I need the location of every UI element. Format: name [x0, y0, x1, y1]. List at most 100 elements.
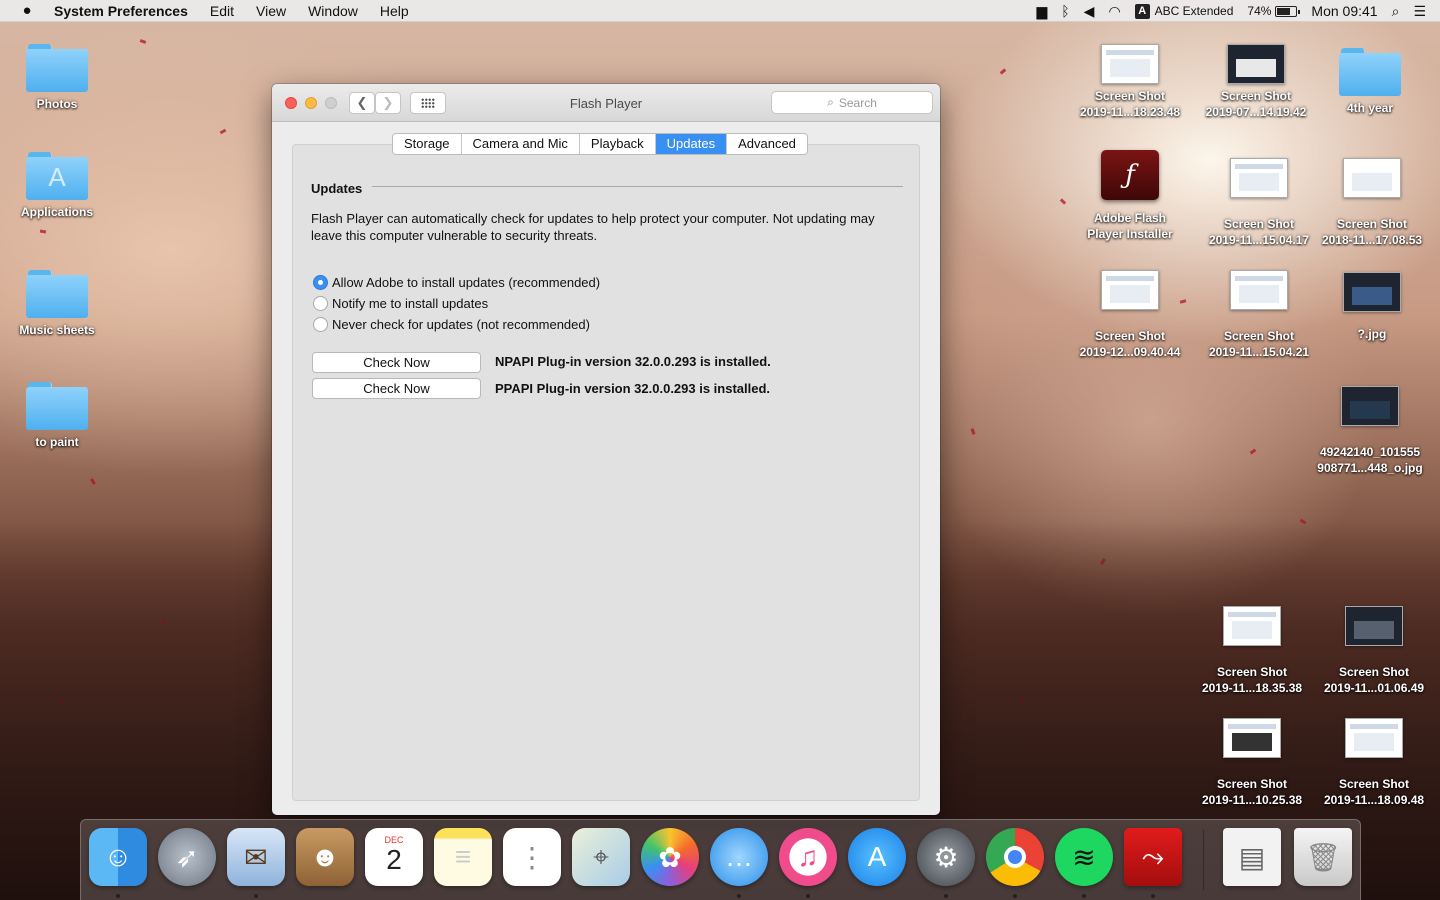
menu-help[interactable]: Help [380, 3, 409, 19]
reminders-icon[interactable]: ⋮ [503, 828, 561, 886]
desktop-item-label: to paint [35, 435, 79, 449]
radio-label: Never check for updates (not recommended… [332, 317, 590, 332]
calendar-day: 2 [386, 844, 402, 875]
tab-updates[interactable]: Updates [655, 134, 728, 154]
desktop-item-label: Screen Shot 2019-11...18.09.48 [1323, 777, 1425, 807]
desktop-item-label: Screen Shot 2019-11...01.06.49 [1323, 665, 1425, 695]
check-now-npapi-button[interactable]: Check Now [312, 352, 481, 373]
running-indicator [254, 894, 258, 898]
desktop-item-screenshot[interactable]: Screen Shot 2019-11...15.04.21 [1199, 268, 1319, 360]
finder-icon[interactable]: ☺ [89, 828, 147, 886]
folder-icon [1339, 48, 1401, 96]
screenshot-thumbnail-icon [1227, 44, 1285, 84]
desktop-item-screenshot[interactable]: Screen Shot 2019-11...15.04.17 [1199, 156, 1319, 248]
screenshot-thumbnail-icon [1101, 44, 1159, 84]
radio-notify-updates[interactable]: Notify me to install updates [313, 296, 488, 311]
app-store-icon[interactable]: A [848, 828, 906, 886]
running-indicator [806, 894, 810, 898]
notification-center-icon[interactable]: ☰ [1413, 3, 1426, 20]
desktop-item-screenshot[interactable]: Screen Shot 2019-11...18.23.48 [1070, 42, 1190, 120]
volume-icon[interactable]: ◀ [1084, 3, 1095, 20]
contacts-icon[interactable]: ☻ [296, 828, 354, 886]
trash-icon[interactable]: 🗑 [1294, 828, 1352, 886]
radio-allow-adobe-updates[interactable]: Allow Adobe to install updates (recommen… [313, 275, 600, 290]
chrome-icon[interactable] [986, 828, 1044, 886]
desktop-item-music-sheets[interactable]: Music sheets [0, 264, 117, 338]
tab-camera-and-mic[interactable]: Camera and Mic [462, 134, 580, 154]
desktop-item-adobe-flash-installer[interactable]: ƒ Adobe Flash Player Installer [1070, 150, 1190, 242]
desktop-item-label: Screen Shot 2019-12...09.40.44 [1079, 329, 1181, 359]
check-now-ppapi-button[interactable]: Check Now [312, 378, 481, 399]
menu-view[interactable]: View [256, 3, 286, 19]
desktop-item-screenshot[interactable]: Screen Shot 2019-07...14.19.42 [1196, 42, 1316, 120]
desktop-item-screenshot[interactable]: Screen Shot 2019-11...01.06.49 [1314, 604, 1434, 696]
clock[interactable]: Mon 09:41 [1311, 3, 1377, 19]
desktop-item-applications[interactable]: A Applications [0, 146, 117, 220]
applications-folder-icon: A [26, 152, 88, 200]
running-indicator [1151, 894, 1155, 898]
tab-advanced[interactable]: Advanced [727, 134, 807, 154]
menu-window[interactable]: Window [308, 3, 358, 19]
desktop-item-label: Music sheets [19, 323, 95, 337]
desktop-item-label: Screen Shot 2019-11...18.35.38 [1201, 665, 1303, 695]
photos-icon[interactable]: ✿ [641, 828, 699, 886]
desktop-item-label: Screen Shot 2019-11...15.04.21 [1208, 329, 1310, 359]
desktop-item-4th-year[interactable]: 4th year [1310, 42, 1430, 116]
desktop-item-label: Screen Shot 2019-11...15.04.17 [1208, 217, 1310, 247]
battery-menu[interactable]: 74% [1247, 4, 1301, 18]
battery-icon [1275, 5, 1301, 17]
downloads-stack-icon[interactable]: ▤ [1223, 828, 1281, 886]
wifi-icon[interactable]: ◠ [1108, 3, 1120, 20]
spotlight-icon[interactable]: ⌕ [1392, 3, 1400, 20]
itunes-icon[interactable]: ♫ [779, 828, 837, 886]
messages-icon[interactable]: … [710, 828, 768, 886]
maps-icon[interactable]: ⌖ [572, 828, 630, 886]
tab-playback[interactable]: Playback [580, 134, 656, 154]
calendar-icon[interactable]: DEC 2 [365, 828, 423, 886]
radio-button[interactable] [313, 317, 328, 332]
radio-button[interactable] [313, 296, 328, 311]
system-preferences-icon[interactable]: ⚙ [917, 828, 975, 886]
desktop-item-label: 49242140_101555 908771...448_o.jpg [1317, 445, 1423, 475]
desktop-item-to-paint[interactable]: to paint [0, 376, 117, 450]
bluetooth-icon[interactable]: ᛒ [1061, 3, 1069, 19]
radio-button-selected[interactable] [313, 275, 328, 290]
dock-separator [1203, 830, 1204, 890]
desktop-item-label: Applications [20, 205, 93, 219]
section-divider [372, 186, 903, 187]
screenshot-thumbnail-icon [1343, 158, 1401, 198]
notes-icon[interactable]: ≡ [434, 828, 492, 886]
updates-description: Flash Player can automatically check for… [311, 211, 875, 243]
search-field[interactable]: ⌕ Search [771, 91, 933, 114]
ppapi-status: PPAPI Plug-in version 32.0.0.293 is inst… [495, 381, 771, 396]
mail-icon[interactable]: ✉ [227, 828, 285, 886]
desktop-item-screenshot[interactable]: Screen Shot 2019-11...18.35.38 [1192, 604, 1312, 696]
desktop-item-jpg[interactable]: 49242140_101555 908771...448_o.jpg [1310, 384, 1430, 476]
acrobat-icon[interactable]: ⤳ [1124, 828, 1182, 886]
running-indicator [737, 894, 741, 898]
radio-never-check[interactable]: Never check for updates (not recommended… [313, 317, 590, 332]
folder-icon [26, 270, 88, 318]
tab-storage[interactable]: Storage [393, 134, 462, 154]
desktop-item-label: Photos [36, 97, 78, 111]
running-indicator [116, 894, 120, 898]
window-titlebar[interactable]: ❮ ❯ Flash Player ⌕ Search [272, 84, 940, 122]
apple-menu-icon[interactable]: ● [18, 2, 36, 20]
notification-status-icon[interactable]: ▆ [1036, 3, 1047, 20]
screenshot-thumbnail-icon [1101, 270, 1159, 310]
desktop-item-screenshot[interactable]: Screen Shot 2019-11...18.09.48 [1314, 716, 1434, 808]
desktop-item-screenshot[interactable]: Screen Shot 2018-11...17.08.53 [1312, 156, 1432, 248]
desktop-item-screenshot[interactable]: Screen Shot 2019-12...09.40.44 [1070, 268, 1190, 360]
app-menu[interactable]: System Preferences [54, 3, 188, 19]
menu-edit[interactable]: Edit [210, 3, 234, 19]
folder-icon [26, 44, 88, 92]
flash-player-window: ❮ ❯ Flash Player ⌕ Search Storage Camera… [272, 84, 940, 815]
desktop-item-jpg[interactable]: ?.jpg [1312, 270, 1432, 342]
image-thumbnail-icon [1343, 272, 1401, 312]
desktop-item-screenshot[interactable]: Screen Shot 2019-11...10.25.38 [1192, 716, 1312, 808]
input-source-menu[interactable]: A ABC Extended [1134, 3, 1233, 19]
launchpad-icon[interactable]: ➶ [158, 828, 216, 886]
spotify-icon[interactable]: ≋ [1055, 828, 1113, 886]
running-indicator [1013, 894, 1017, 898]
desktop-item-photos[interactable]: Photos [0, 38, 117, 112]
